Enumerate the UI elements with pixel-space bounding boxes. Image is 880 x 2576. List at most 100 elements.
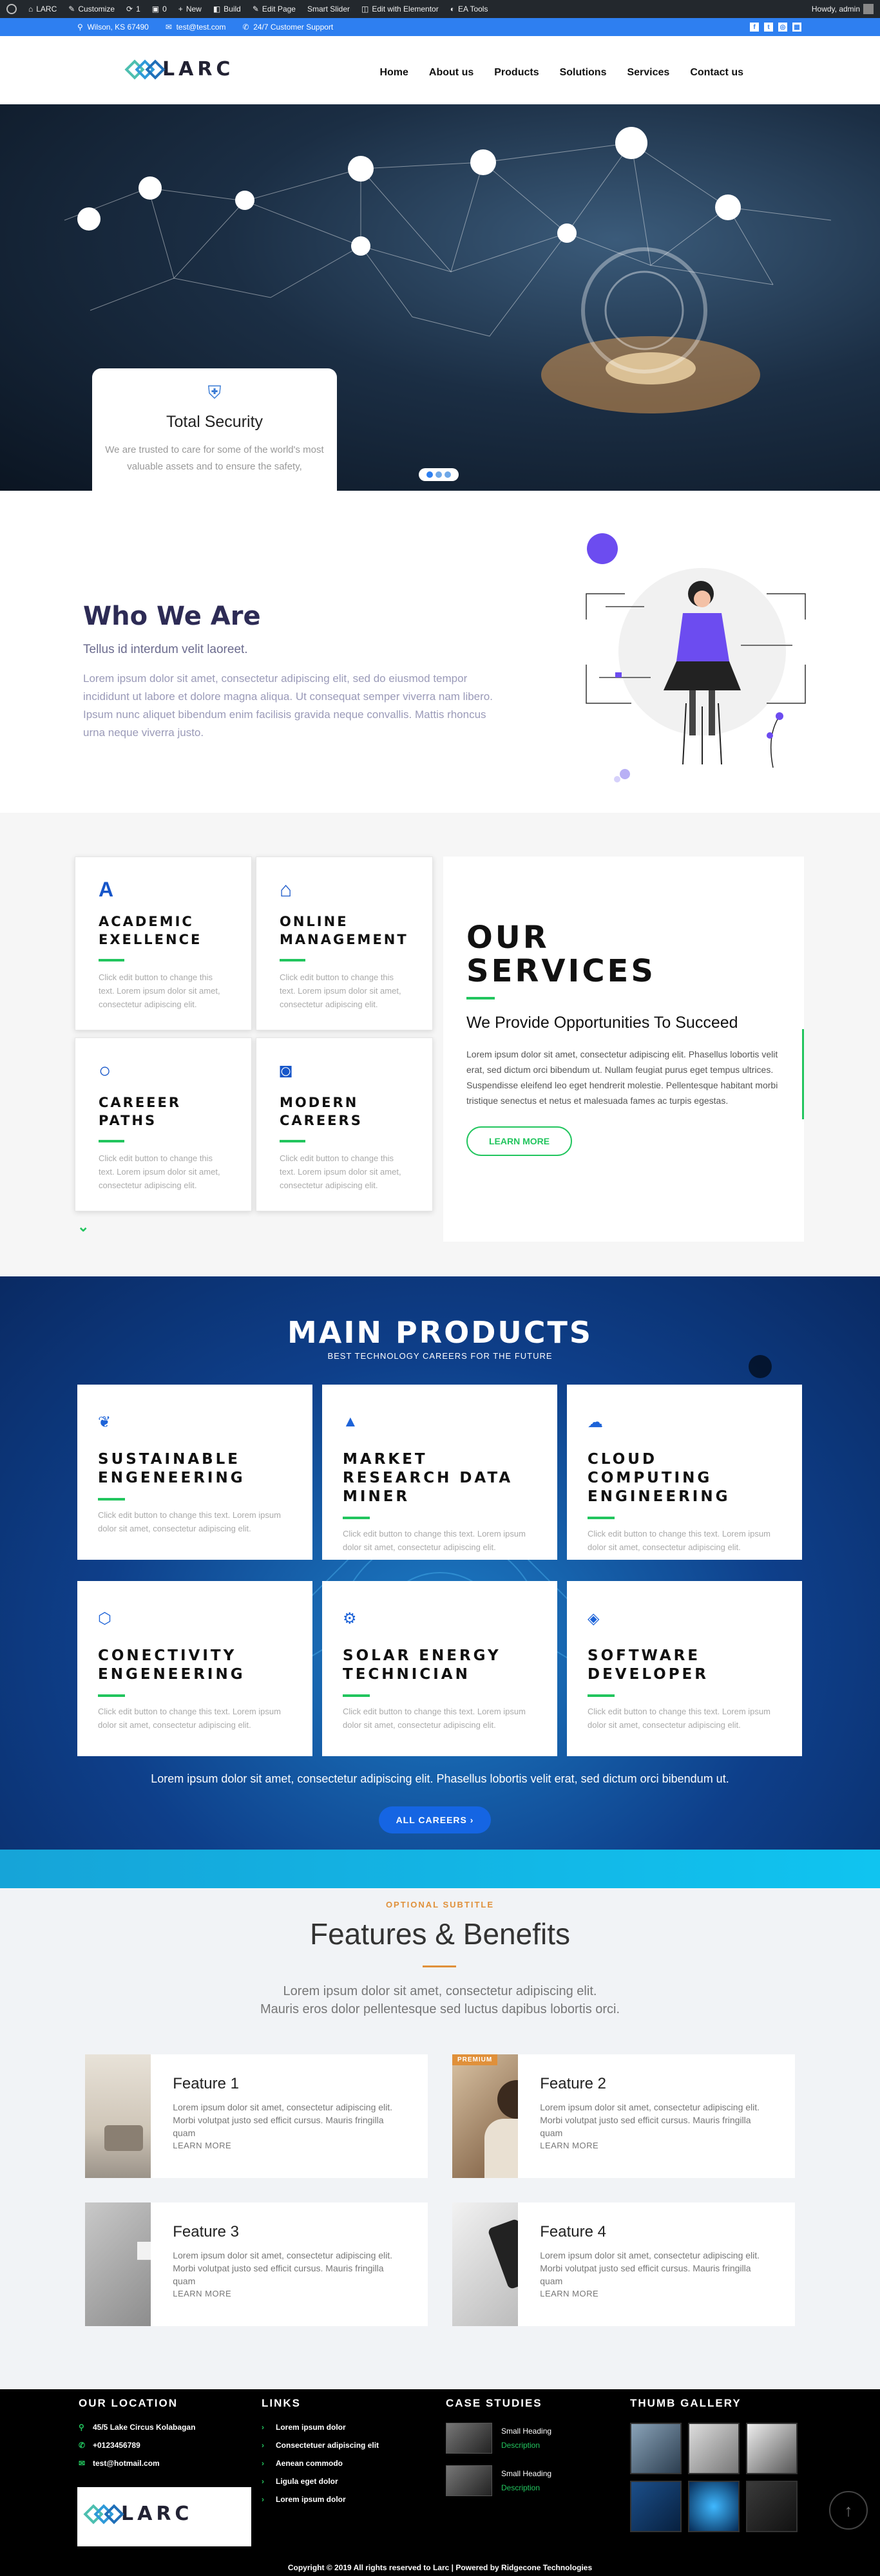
footer-address: ⚲ 45/5 Lake Circus Kolabagan bbox=[79, 2423, 196, 2432]
admin-updates-link[interactable]: ⟳ 1 bbox=[126, 5, 140, 14]
arrow-up-icon: ↑ bbox=[844, 2500, 853, 2520]
product-card[interactable]: ▲ MARKET RESEARCH DATA MINER Click edit … bbox=[322, 1385, 557, 1560]
phone-icon: ✆ bbox=[242, 23, 249, 32]
circle-icon: ○ bbox=[99, 1059, 111, 1082]
product-card[interactable]: ⬡ CONECTIVITY ENGENEERING Click edit but… bbox=[77, 1581, 312, 1756]
topbar-email[interactable]: ✉ test@test.com bbox=[166, 23, 226, 32]
learn-more-button[interactable]: LEARN MORE bbox=[466, 1126, 573, 1156]
footer-heading: LINKS bbox=[262, 2397, 301, 2409]
network-node-icon bbox=[139, 176, 162, 200]
learn-more-link[interactable]: LEARN MORE bbox=[540, 2289, 772, 2298]
gallery-thumbnail[interactable] bbox=[688, 2481, 740, 2532]
instagram-icon[interactable]: ◎ bbox=[778, 23, 787, 32]
feature-card[interactable]: Feature 4 Lorem ipsum dolor sit amet, co… bbox=[452, 2202, 795, 2326]
phone-icon: ✆ bbox=[79, 2441, 86, 2450]
footer-heading: OUR LOCATION bbox=[79, 2397, 178, 2409]
gallery-thumbnail[interactable] bbox=[746, 2423, 798, 2474]
who-body: Lorem ipsum dolor sit amet, consectetur … bbox=[83, 672, 493, 739]
chevron-right-icon: › bbox=[262, 2423, 264, 2432]
gallery-thumbnail[interactable] bbox=[688, 2423, 740, 2474]
accent-divider bbox=[588, 1517, 615, 1519]
wordpress-menu[interactable] bbox=[6, 4, 17, 14]
nav-solutions[interactable]: Solutions bbox=[560, 67, 607, 79]
admin-elementor-link[interactable]: ◫ Edit with Elementor bbox=[361, 5, 439, 14]
map-pin-icon: ⚲ bbox=[79, 2423, 84, 2432]
slider-dot[interactable] bbox=[435, 471, 442, 478]
service-card[interactable]: ◙ MODERN CAREERS Click edit button to ch… bbox=[256, 1037, 433, 1211]
gallery-thumbnail[interactable] bbox=[630, 2423, 682, 2474]
services-subheading: We Provide Opportunities To Succeed bbox=[466, 1014, 738, 1032]
nav-products[interactable]: Products bbox=[494, 67, 539, 79]
features-benefits-section: OPTIONAL SUBTITLE Features & Benefits Lo… bbox=[0, 1888, 880, 2389]
footer-link[interactable]: › Ligula eget dolor bbox=[262, 2477, 379, 2486]
slider-dot[interactable] bbox=[445, 471, 451, 478]
refresh-icon: ⟳ bbox=[126, 5, 133, 14]
footer-link[interactable]: › Aenean commodo bbox=[262, 2459, 379, 2468]
service-card[interactable]: ○ CAREEER PATHS Click edit button to cha… bbox=[75, 1037, 252, 1211]
feature-card[interactable]: PREMIUM Feature 2 Lorem ipsum dolor sit … bbox=[452, 2054, 795, 2178]
admin-smart-slider-link[interactable]: Smart Slider bbox=[307, 5, 350, 14]
network-node-icon bbox=[348, 156, 374, 182]
our-services-section: A ACADEMIC EXELLENCE Click edit button t… bbox=[0, 813, 880, 1276]
admin-edit-page-link[interactable]: ✎ Edit Page bbox=[253, 5, 296, 14]
network-node-icon bbox=[77, 207, 100, 231]
facebook-icon[interactable]: f bbox=[750, 23, 759, 32]
accent-divider bbox=[98, 1694, 125, 1697]
admin-comments-link[interactable]: ▣ 0 bbox=[152, 5, 167, 14]
products-lead-text: Lorem ipsum dolor sit amet, consectetur … bbox=[151, 1772, 729, 1785]
nav-contact-us[interactable]: Contact us bbox=[690, 67, 743, 79]
services-intro-panel: OUR SERVICES We Provide Opportunities To… bbox=[443, 857, 804, 1242]
feature-card[interactable]: Feature 3 Lorem ipsum dolor sit amet, co… bbox=[85, 2202, 428, 2326]
product-card[interactable]: ☁ CLOUD COMPUTING ENGINEERING Click edit… bbox=[567, 1385, 802, 1560]
twitter-icon[interactable]: t bbox=[764, 23, 773, 32]
leaf-icon: ❦ bbox=[98, 1414, 111, 1431]
nav-services[interactable]: Services bbox=[627, 67, 669, 79]
case-study-item[interactable]: Small Heading Description bbox=[446, 2465, 551, 2496]
learn-more-link[interactable]: LEARN MORE bbox=[540, 2141, 772, 2150]
admin-new-link[interactable]: + New bbox=[178, 5, 202, 14]
learn-more-link[interactable]: LEARN MORE bbox=[173, 2289, 405, 2298]
admin-ea-tools-link[interactable]: ◐ EA Tools bbox=[450, 5, 488, 14]
product-card[interactable]: ⚙ SOLAR ENERGY TECHNICIAN Click edit but… bbox=[322, 1581, 557, 1756]
copyright-text: Copyright © 2019 All rights reserved to … bbox=[287, 2563, 593, 2572]
service-card[interactable]: A ACADEMIC EXELLENCE Click edit button t… bbox=[75, 857, 252, 1030]
admin-site-link[interactable]: ⌂ LARC bbox=[28, 5, 57, 14]
footer-link[interactable]: › Consectetuer adipiscing elit bbox=[262, 2441, 379, 2450]
gallery-thumbnail[interactable] bbox=[746, 2481, 798, 2532]
footer-link[interactable]: › Lorem ipsum dolor bbox=[262, 2495, 379, 2504]
case-study-thumbnail bbox=[446, 2423, 492, 2454]
site-logo[interactable]: LARC bbox=[124, 58, 234, 80]
learn-more-link[interactable]: LEARN MORE bbox=[173, 2141, 405, 2150]
slider-dot[interactable] bbox=[426, 471, 433, 478]
admin-build-link[interactable]: ◧ Build bbox=[213, 5, 241, 14]
service-card[interactable]: ⌂ ONLINE MANAGEMENT Click edit button to… bbox=[256, 857, 433, 1030]
scroll-to-top-button[interactable]: ↑ bbox=[829, 2491, 868, 2530]
gallery-thumbnail[interactable] bbox=[630, 2481, 682, 2532]
footer-logo[interactable]: LARC bbox=[77, 2487, 251, 2546]
case-study-item[interactable]: Small Heading Description bbox=[446, 2423, 551, 2454]
chevron-down-icon[interactable]: ⌄ bbox=[77, 1218, 89, 1235]
rss-icon[interactable]: ▦ bbox=[792, 23, 801, 32]
product-card[interactable]: ❦ SUSTAINABLE ENGENEERING Click edit but… bbox=[77, 1385, 312, 1560]
footer-link[interactable]: › Lorem ipsum dolor bbox=[262, 2423, 379, 2432]
service-card-title: ACADEMIC EXELLENCE bbox=[99, 914, 202, 947]
all-careers-button[interactable]: ALL CAREERS › bbox=[379, 1806, 491, 1833]
admin-account-menu[interactable]: Howdy, admin bbox=[812, 4, 874, 14]
feature-card[interactable]: Feature 1 Lorem ipsum dolor sit amet, co… bbox=[85, 2054, 428, 2178]
footer-email[interactable]: ✉ test@hotmail.com bbox=[79, 2459, 195, 2468]
gamepad-icon: ◙ bbox=[280, 1059, 292, 1082]
who-we-are-section: Who We Are Tellus id interdum velit laor… bbox=[0, 491, 880, 813]
features-intro-line: Lorem ipsum dolor sit amet, consectetur … bbox=[283, 1984, 597, 1998]
admin-customize-link[interactable]: ✎ Customize bbox=[68, 5, 115, 14]
shield-icon: ⛨ bbox=[207, 383, 222, 402]
product-card-text: Click edit button to change this text. L… bbox=[588, 1707, 770, 1730]
product-card[interactable]: ◈ SOFTWARE DEVELOPER Click edit button t… bbox=[567, 1581, 802, 1756]
plus-icon: + bbox=[178, 5, 183, 14]
nav-about-us[interactable]: About us bbox=[429, 67, 473, 79]
nav-home[interactable]: Home bbox=[379, 67, 408, 79]
footer-heading: CASE STUDIES bbox=[446, 2397, 542, 2409]
service-card-text: Click edit button to change this text. L… bbox=[99, 1153, 220, 1190]
academic-a-icon: A bbox=[99, 878, 114, 901]
hero-card-text: We are trusted to care for some of the w… bbox=[105, 444, 324, 472]
chevron-right-icon: › bbox=[262, 2477, 264, 2486]
